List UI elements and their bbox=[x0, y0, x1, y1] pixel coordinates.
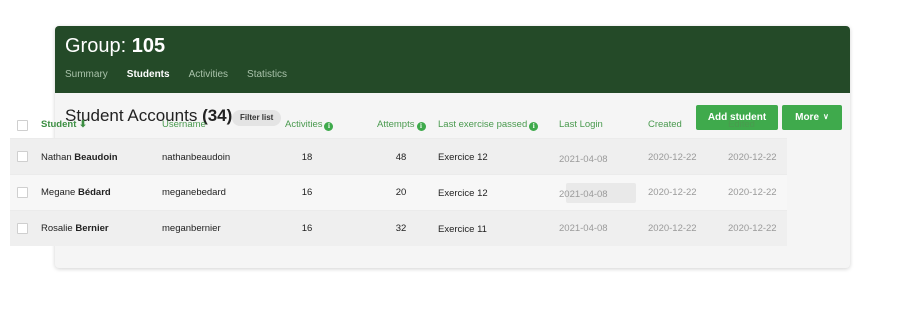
row-checkbox[interactable] bbox=[17, 151, 28, 162]
row-checkbox[interactable] bbox=[17, 223, 28, 234]
username-cell: nathanbeaudoin bbox=[162, 152, 231, 163]
created-cell: 2020-12-22 bbox=[648, 187, 697, 198]
table-row[interactable]: Nathan Beaudoin nathanbeaudoin 18 48 Exe… bbox=[10, 138, 787, 174]
group-title-prefix: Group: bbox=[65, 35, 127, 57]
column-student[interactable]: Student ⬇ bbox=[41, 119, 87, 130]
column-student-label: Student bbox=[41, 119, 77, 130]
created-cell: 2020-12-22 bbox=[648, 223, 697, 234]
column-activities[interactable]: Activities i bbox=[285, 119, 334, 131]
more-button[interactable]: More ∨ bbox=[782, 105, 842, 130]
attempts-cell: 20 bbox=[395, 187, 407, 198]
student-last-name: Beaudoin bbox=[74, 152, 118, 163]
tab-summary[interactable]: Summary bbox=[65, 69, 108, 80]
chevron-down-icon: ∨ bbox=[823, 112, 829, 121]
student-first-name: Nathan bbox=[41, 152, 72, 163]
tab-activities[interactable]: Activities bbox=[189, 69, 228, 80]
sort-down-icon: ⬇ bbox=[79, 119, 87, 130]
activities-cell: 18 bbox=[301, 152, 313, 163]
students-table: Student ⬇ Username Activities i Attempts i… bbox=[10, 111, 787, 246]
group-number: 105 bbox=[131, 35, 166, 57]
column-attempts-label: Attempts bbox=[377, 119, 415, 130]
column-last-login[interactable]: Last Login bbox=[559, 119, 603, 130]
table-header: Student ⬇ Username Activities i Attempts i… bbox=[10, 111, 787, 138]
activities-cell: 16 bbox=[301, 223, 313, 234]
column-edited[interactable]: Edited bbox=[728, 119, 755, 130]
edited-cell: 2020-12-22 bbox=[728, 187, 777, 198]
student-first-name: Rosalie bbox=[41, 223, 73, 234]
info-icon[interactable]: i bbox=[529, 122, 539, 131]
student-last-name: Bernier bbox=[75, 223, 109, 234]
student-name[interactable]: Nathan Beaudoin bbox=[41, 152, 118, 163]
edited-cell: 2020-12-22 bbox=[728, 152, 777, 163]
attempts-cell: 48 bbox=[395, 152, 407, 163]
tab-students[interactable]: Students bbox=[127, 69, 170, 80]
attempts-cell: 32 bbox=[395, 223, 407, 234]
student-last-name: Bédard bbox=[77, 187, 111, 198]
column-activities-label: Activities bbox=[285, 119, 323, 130]
created-cell: 2020-12-22 bbox=[648, 152, 697, 163]
student-first-name: Megane bbox=[41, 187, 76, 198]
row-checkbox[interactable] bbox=[17, 187, 28, 198]
group-tabs: Summary Students Activities Statistics bbox=[65, 69, 306, 80]
last-exercise-cell: Exercice 12 bbox=[438, 188, 488, 199]
table-row[interactable]: Megane Bédard meganebedard 16 20 Exercic… bbox=[10, 174, 787, 210]
table-row[interactable]: Rosalie Bernier meganbernier 16 32 Exerc… bbox=[10, 210, 787, 246]
column-last-exercise-label: Last exercise passed bbox=[438, 119, 528, 130]
column-username[interactable]: Username bbox=[162, 119, 206, 130]
group-title: Group: 105 bbox=[65, 35, 165, 58]
username-cell: meganbernier bbox=[162, 223, 221, 234]
group-header: Group: 105 Summary Students Activities S… bbox=[55, 26, 850, 93]
last-login-cell: 2021-04-08 bbox=[559, 223, 608, 234]
last-login-cell: 2021-04-08 bbox=[559, 189, 608, 200]
column-created[interactable]: Created bbox=[648, 119, 682, 130]
last-exercise-cell: Exercice 12 bbox=[438, 152, 488, 163]
select-all-checkbox[interactable] bbox=[17, 120, 28, 131]
edited-cell: 2020-12-22 bbox=[728, 223, 777, 234]
tab-statistics[interactable]: Statistics bbox=[247, 69, 287, 80]
last-exercise-cell: Exercice 11 bbox=[438, 224, 487, 235]
activities-cell: 16 bbox=[301, 187, 313, 198]
student-name[interactable]: Megane Bédard bbox=[41, 187, 111, 198]
info-icon[interactable]: i bbox=[416, 122, 426, 131]
column-last-exercise[interactable]: Last exercise passed i bbox=[438, 119, 539, 131]
more-button-label: More bbox=[795, 112, 820, 123]
column-attempts[interactable]: Attempts i bbox=[377, 119, 426, 131]
student-name[interactable]: Rosalie Bernier bbox=[41, 223, 109, 234]
username-cell: meganebedard bbox=[162, 187, 226, 198]
info-icon[interactable]: i bbox=[324, 122, 334, 131]
last-login-cell: 2021-04-08 bbox=[559, 154, 608, 165]
